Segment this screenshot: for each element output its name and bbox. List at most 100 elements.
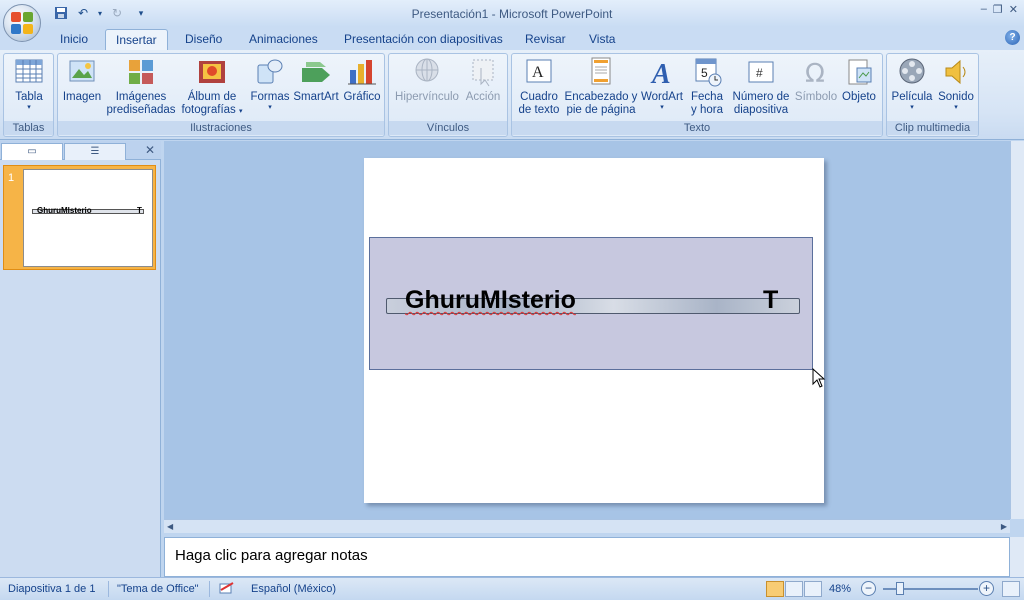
chart-icon [346,56,378,88]
slide-count: Diapositiva 1 de 1 [8,583,96,595]
imagen-button[interactable]: Imagen [60,56,104,104]
selected-textbox[interactable]: GhuruMIsterio T [369,237,813,370]
group-label-ilustraciones: Ilustraciones [58,121,384,135]
tab-inicio[interactable]: Inicio [50,29,98,51]
zoom-level[interactable]: 48% [829,583,851,595]
slide-canvas: GhuruMIsterio T [164,141,1010,519]
omega-symbol-icon: Ω [800,56,832,89]
tabla-button[interactable]: Tabla ▾ [8,56,50,111]
shapes-icon [254,56,286,88]
outline-view-icon: ☰ [90,146,100,157]
tab-animaciones[interactable]: Animaciones [239,29,328,51]
slides-pane: ▭ ☰ ✕ 1 GhuruMIsterio T [0,141,161,577]
photo-album-icon [196,56,228,88]
smartart-button[interactable]: SmartArt [292,56,340,104]
tab-slides[interactable]: ▭ [1,143,63,160]
pelicula-button[interactable]: Película ▾ [889,56,935,111]
status-bar: Diapositiva 1 de 1 "Tema de Office" Espa… [0,577,1024,600]
svg-text:5: 5 [701,66,708,80]
mouse-cursor-icon [812,368,826,388]
object-icon [843,56,875,88]
chevron-down-icon: ▾ [239,108,243,115]
horizontal-scrollbar[interactable]: ◀ ▶ [164,519,1010,533]
svg-text:#: # [756,66,763,80]
language[interactable]: Español (México) [251,583,336,595]
notes-pane[interactable]: Haga clic para agregar notas [164,537,1010,577]
close-icon[interactable]: ✕ [145,143,155,157]
chevron-down-icon: ▾ [27,104,31,111]
tab-revisar[interactable]: Revisar [515,29,576,51]
pane-tabs: ▭ ☰ ✕ [0,141,161,160]
thumbnail-t: T [137,206,142,215]
vertical-scrollbar[interactable] [1010,141,1024,519]
imagenes-prediseñadas-button[interactable]: Imágenes prediseñadas [106,56,176,117]
wordart-button[interactable]: A WordArt ▾ [638,56,686,111]
title-bar: ↶ ▾ ↻ ▾ Presentación1 - Microsoft PowerP… [0,0,1024,27]
formas-button[interactable]: Formas ▾ [248,56,292,111]
close-button[interactable]: ✕ [1009,3,1018,16]
zoom-slider-thumb[interactable] [896,582,904,595]
slide[interactable]: GhuruMIsterio T [364,158,824,503]
ribbon-tabs: Inicio Insertar Diseño Animaciones Prese… [0,27,1024,51]
group-label-vinculos: Vínculos [389,121,507,135]
ribbon: Tabla ▾ Tablas Imagen Imágenes prediseña… [0,50,1024,140]
slides-view-icon: ▭ [27,146,37,157]
encabezado-pie-button[interactable]: Encabezado y pie de página [564,56,638,117]
restore-button[interactable]: ❐ [993,3,1003,16]
accion-button[interactable]: Acción [461,56,505,104]
film-reel-icon [896,56,928,88]
action-icon [467,56,499,88]
status-divider [209,581,210,597]
album-fotografias-button[interactable]: Álbum de fotografías ▾ [178,56,246,118]
help-icon[interactable]: ? [1005,30,1020,45]
simbolo-button[interactable]: Ω Símbolo [794,56,838,104]
zoom-out-button[interactable]: − [861,581,876,596]
fit-to-window-icon[interactable] [1002,581,1020,597]
tab-outline[interactable]: ☰ [64,143,126,160]
group-label-tablas: Tablas [4,121,53,135]
scroll-right-icon[interactable]: ▶ [1001,522,1007,531]
notes-placeholder: Haga clic para agregar notas [175,547,368,564]
slide-title[interactable]: GhuruMIsterio [405,286,576,315]
status-divider [108,581,109,597]
minimize-button[interactable]: – [981,3,987,16]
tab-diseno[interactable]: Diseño [175,29,232,51]
tab-insertar[interactable]: Insertar [105,29,168,51]
spellcheck-icon[interactable] [218,581,236,600]
chevron-down-icon: ▾ [268,104,272,111]
slide-sorter-view-icon[interactable] [785,581,803,597]
group-tablas: Tabla ▾ Tablas [3,53,54,137]
tab-presentacion[interactable]: Presentación con diapositivas [334,29,513,51]
zoom-in-button[interactable]: + [979,581,994,596]
objeto-button[interactable]: Objeto [838,56,880,104]
slide-thumbnail[interactable]: 1 GhuruMIsterio T [3,165,156,270]
table-icon [13,56,45,88]
group-ilustraciones: Imagen Imágenes prediseñadas Álbum de fo… [57,53,385,137]
cuadro-de-texto-button[interactable]: A Cuadro de texto [515,56,563,117]
svg-text:A: A [532,64,544,81]
hipervinculo-button[interactable]: Hipervínculo [393,56,461,104]
window-controls: – ❐ ✕ [981,3,1018,16]
wordart-icon: A [646,56,678,90]
office-logo-icon [11,12,33,34]
sonido-button[interactable]: Sonido ▾ [935,56,977,111]
picture-icon [66,56,98,88]
svg-text:A: A [650,59,671,88]
numero-diapositiva-button[interactable]: # Número de diapositiva [728,56,794,117]
group-label-clip: Clip multimedia [887,121,978,135]
svg-text:Ω: Ω [805,59,825,88]
group-label-texto: Texto [512,121,882,135]
calendar-clock-icon: 5 [691,56,723,88]
slideshow-view-icon[interactable] [804,581,822,597]
normal-view-icon[interactable] [766,581,784,597]
office-button[interactable] [3,4,41,42]
grafico-button[interactable]: Gráfico [340,56,384,104]
clipart-icon [125,56,157,88]
theme-name[interactable]: "Tema de Office" [117,583,199,595]
notes-scrollbar[interactable] [1010,537,1024,577]
window-title: Presentación1 - Microsoft PowerPoint [411,7,613,21]
tab-vista[interactable]: Vista [579,29,625,51]
scroll-left-icon[interactable]: ◀ [167,522,173,531]
fecha-hora-button[interactable]: 5 Fecha y hora [686,56,728,117]
slide-t-char: T [763,286,779,314]
